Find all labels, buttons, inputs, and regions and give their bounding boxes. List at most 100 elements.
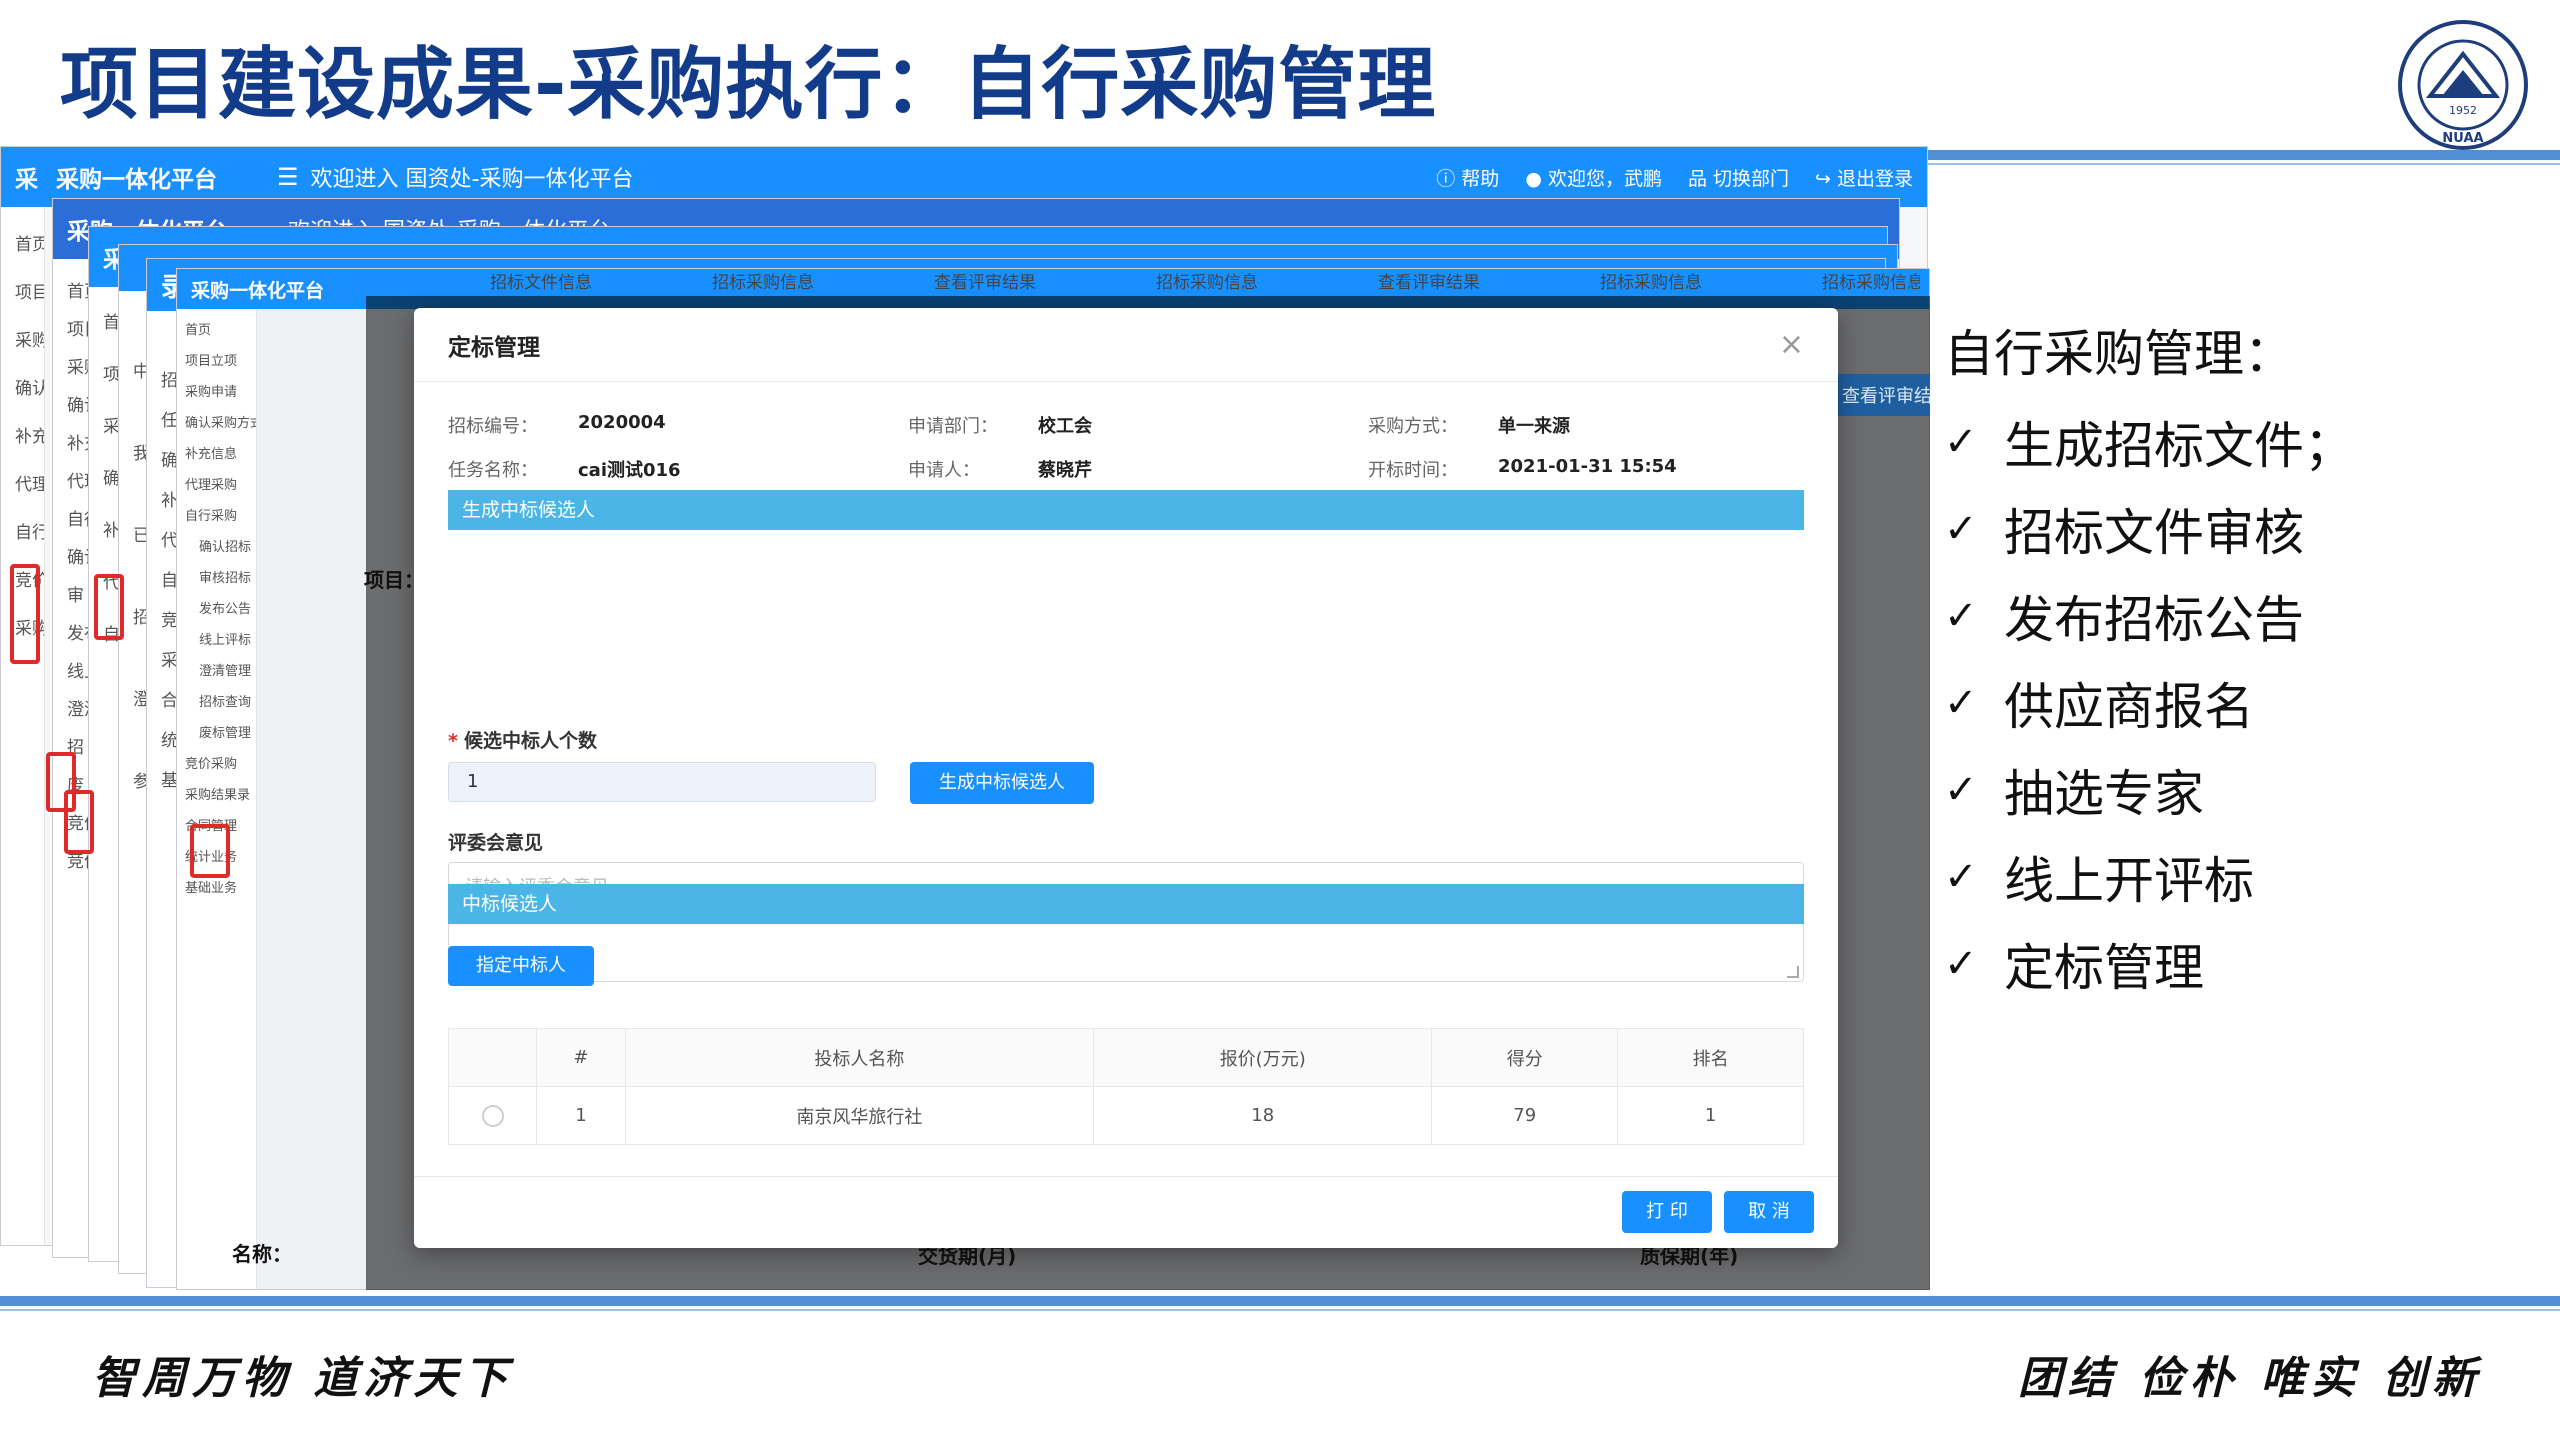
row-select-cell bbox=[447, 1086, 538, 1145]
sidebar-far: 首页项目采购确认补充代理自行竞价采购 bbox=[1, 207, 45, 1245]
sidebar-item[interactable]: 审核招标 bbox=[177, 563, 256, 594]
candidate-table: # 投标人名称 报价(万元) 得分 排名 1 南京风华旅行社 18 79 1 bbox=[447, 1028, 1804, 1145]
feature-item: ✓ 招标文件审核 bbox=[1944, 485, 2354, 572]
table-body: 1 南京风华旅行社 18 79 1 bbox=[447, 1086, 1804, 1145]
row-radio[interactable] bbox=[481, 1104, 504, 1127]
sidebar-item[interactable]: 补充信息 bbox=[177, 439, 256, 470]
sidebar-item[interactable]: 基 bbox=[147, 761, 178, 801]
logo-year: 1952 bbox=[2449, 104, 2477, 117]
brand-short: 采 bbox=[15, 167, 38, 193]
info-value: 蔡晓芹 bbox=[1038, 460, 1092, 481]
sidebar-item[interactable]: 澄清管理 bbox=[177, 656, 256, 687]
info-label: 招标编号： bbox=[448, 416, 538, 437]
logo-text: NUAA bbox=[2442, 131, 2483, 146]
feature-text: 生成招标文件； bbox=[2004, 416, 2354, 475]
candidate-count-input[interactable]: 1 bbox=[448, 762, 876, 802]
stacked-tab[interactable]: 招标采购信息 bbox=[1822, 268, 1920, 290]
info-label: 申请部门： bbox=[908, 416, 998, 437]
info-label: 采购方式： bbox=[1368, 416, 1458, 437]
sidebar-5: 招任确补代自竞采合统基 bbox=[147, 311, 179, 1287]
feature-text: 定标管理 bbox=[2004, 938, 2204, 997]
info-value: 2020004 bbox=[578, 412, 666, 433]
help-link[interactable]: ⓘ 帮助 bbox=[1436, 164, 1499, 191]
sidebar-item[interactable]: 采购结果录 bbox=[177, 780, 256, 811]
table-row[interactable]: 1 南京风华旅行社 18 79 1 bbox=[447, 1086, 1804, 1145]
sidebar-item[interactable]: 首页 bbox=[177, 315, 256, 346]
highlight-publish-2 bbox=[64, 790, 94, 854]
check-icon: ✓ bbox=[1944, 853, 1978, 900]
sidebar-item[interactable]: 代理采购 bbox=[177, 470, 256, 501]
info-field: 招标编号： 2020004 bbox=[448, 412, 908, 438]
sidebar-item[interactable]: 代 bbox=[147, 521, 178, 561]
table-header: 投标人名称 bbox=[624, 1028, 1095, 1087]
info-label: 任务名称： bbox=[448, 460, 538, 481]
feature-item: ✓ 生成招标文件； bbox=[1944, 398, 2354, 485]
stacked-tab[interactable]: 招标文件信息 bbox=[490, 268, 592, 290]
sidebar-item[interactable]: 竞 bbox=[147, 601, 178, 641]
sidebar-item[interactable]: 统 bbox=[147, 721, 178, 761]
screenshot-collage: 采 采购一体化平台 ☰ 欢迎进入 国资处-采购一体化平台 ⓘ 帮助 ● 欢迎您，… bbox=[0, 140, 1930, 1290]
cell-bidder: 南京风华旅行社 bbox=[624, 1086, 1095, 1145]
feature-list-title: 自行采购管理： bbox=[1944, 325, 2294, 383]
sidebar-item[interactable]: 招标查询 bbox=[177, 687, 256, 718]
generate-candidates-button[interactable]: 生成中标候选人 bbox=[910, 762, 1094, 804]
sidebar-item[interactable]: 自行采购 bbox=[177, 501, 256, 532]
table-header: 排名 bbox=[1617, 1028, 1804, 1087]
motto-left: 智周万物 道济天下 bbox=[92, 1353, 514, 1404]
sidebar-item[interactable]: 采购申请 bbox=[177, 377, 256, 408]
sidebar-item[interactable]: 确认招标 bbox=[177, 532, 256, 563]
user-greeting[interactable]: ● 欢迎您，武鹏 bbox=[1525, 164, 1662, 191]
cell-score: 79 bbox=[1431, 1086, 1619, 1145]
sidebar-item[interactable]: 自行 bbox=[1, 509, 44, 557]
sidebar-item[interactable]: 补充 bbox=[1, 413, 44, 461]
close-icon[interactable]: × bbox=[1779, 327, 1804, 362]
check-icon: ✓ bbox=[1944, 679, 1978, 726]
switch-dept-link[interactable]: 品 切换部门 bbox=[1688, 164, 1789, 191]
check-icon: ✓ bbox=[1944, 940, 1978, 987]
info-value: 校工会 bbox=[1038, 416, 1092, 437]
sidebar-item[interactable]: 确认 bbox=[1, 365, 44, 413]
cell-rank: 1 bbox=[1617, 1086, 1804, 1145]
resize-grip-icon[interactable] bbox=[1787, 966, 1799, 978]
highlight-online-eval bbox=[190, 824, 230, 878]
info-field: 开标时间： 2021-01-31 15:54 bbox=[1368, 456, 1798, 482]
info-label: 开标时间： bbox=[1368, 460, 1458, 481]
sidebar-item[interactable]: 确认采购方式 bbox=[177, 408, 256, 439]
sidebar-item[interactable]: 代理 bbox=[1, 461, 44, 509]
sidebar-item[interactable]: 采 bbox=[147, 641, 178, 681]
modal-footer: 打 印 取 消 bbox=[414, 1176, 1838, 1248]
stacked-tab[interactable]: 招标采购信息 bbox=[712, 268, 814, 290]
brand-name: 采购一体化平台 bbox=[56, 167, 217, 193]
assign-winner-button[interactable]: 指定中标人 bbox=[448, 946, 594, 986]
sidebar-item[interactable]: 合 bbox=[147, 681, 178, 721]
table-header-row: # 投标人名称 报价(万元) 得分 排名 bbox=[447, 1028, 1804, 1087]
sidebar-item[interactable]: 自 bbox=[147, 561, 178, 601]
info-field: 申请人： 蔡晓芹 bbox=[908, 456, 1368, 482]
sidebar-item[interactable]: 任 bbox=[147, 401, 178, 441]
cancel-button[interactable]: 取 消 bbox=[1724, 1191, 1814, 1233]
sidebar-item[interactable]: 线上评标 bbox=[177, 625, 256, 656]
feature-text: 抽选专家 bbox=[2004, 764, 2204, 823]
info-label: 申请人： bbox=[908, 460, 980, 481]
print-button[interactable]: 打 印 bbox=[1622, 1191, 1712, 1233]
sidebar-item[interactable]: 招 bbox=[147, 361, 178, 401]
stacked-tab[interactable]: 招标采购信息 bbox=[1156, 268, 1258, 290]
check-icon: ✓ bbox=[1944, 418, 1978, 465]
menu-toggle-icon[interactable]: ☰ bbox=[277, 163, 299, 191]
sidebar-item[interactable]: 补 bbox=[147, 481, 178, 521]
view-review-button[interactable]: 查看评审结 bbox=[1832, 374, 1930, 416]
sidebar-item[interactable]: 确 bbox=[147, 441, 178, 481]
stacked-tab[interactable]: 招标采购信息 bbox=[1600, 268, 1702, 290]
stacked-tab[interactable]: 查看评审结果 bbox=[934, 268, 1036, 290]
sidebar-item[interactable]: 项目 bbox=[1, 269, 44, 317]
sidebar-item[interactable]: 项目立项 bbox=[177, 346, 256, 377]
stacked-tab[interactable]: 查看评审结果 bbox=[1378, 268, 1480, 290]
feature-text: 供应商报名 bbox=[2004, 677, 2254, 736]
sidebar-item[interactable]: 废标管理 bbox=[177, 718, 256, 749]
sidebar-item[interactable]: 竞价采购 bbox=[177, 749, 256, 780]
sidebar-item[interactable]: 发布公告 bbox=[177, 594, 256, 625]
logout-link[interactable]: ↪ 退出登录 bbox=[1815, 164, 1913, 191]
sidebar-item[interactable]: 采购 bbox=[1, 317, 44, 365]
section-generate-candidates: 生成中标候选人 bbox=[448, 490, 1804, 530]
sidebar-item[interactable]: 首页 bbox=[1, 221, 44, 269]
